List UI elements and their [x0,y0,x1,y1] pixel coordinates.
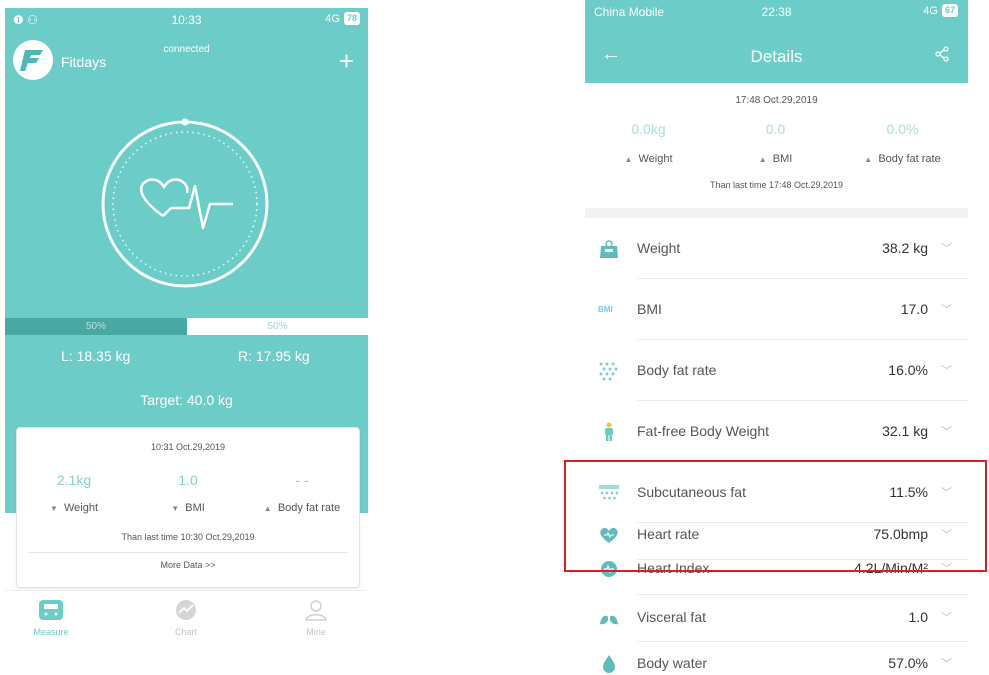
water-drop-icon [598,654,620,674]
signal-icon: 4G [325,12,340,25]
chevron-down-icon: ﹀ [941,658,952,670]
than-last-time: Than last time 17:48 Oct.29,2019 [709,180,844,190]
lungs-icon [598,608,620,628]
arrow-up-icon: ▲ [263,504,272,513]
bmi-change-value: 1.0 [178,472,198,488]
chevron-down-icon: ﹀ [941,612,952,624]
metric-row-bmi[interactable]: BMI BMI 17.0 ﹀ [585,279,968,340]
bmi-label: BMI [185,502,205,514]
chevron-down-icon: ﹀ [941,243,952,255]
chevron-down-icon: ﹀ [941,426,952,438]
metric-label: BMI [637,301,662,317]
metric-value: 16.0% [888,362,928,378]
metric-label: Body fat rate [637,362,717,378]
arrow-up-icon: ▲ [864,155,873,164]
details-screen: China Mobile 22:38 4G 67 ← Details 17:48… [585,0,968,675]
left-weight: L: 18.35 kg [61,348,131,364]
status-bar: China Mobile 22:38 4G 67 [585,0,968,22]
measurement-timestamp: 10:31 Oct.29,2019 [150,442,226,452]
weight-label: Weight [638,153,673,165]
metric-row-visceral-fat[interactable]: Visceral fat 1.0 ﹀ [585,595,968,642]
metric-value: 57.0% [888,655,928,671]
person-icon [303,599,329,621]
measure-screen: ❶ ⚇ 10:33 4G 78 Fitdays connected + 50% … [5,8,368,653]
arrow-down-icon: ▼ [171,504,180,513]
signal-icon: 4G [923,4,938,17]
body-fat-change-value: - - [295,472,309,488]
right-weight: R: 17.95 kg [238,348,310,364]
left-balance-bar: 50% [5,318,187,335]
target-weight: Target: 40.0 kg [140,392,233,408]
status-bar: ❶ ⚇ 10:33 4G 78 [5,8,368,32]
arrow-down-icon: ▼ [49,504,58,513]
bmi-icon: BMI [598,305,613,314]
connection-status: connected [163,44,210,55]
weight-change-value: 2.1kg [56,472,92,488]
scale-icon [598,239,620,259]
metric-label: Fat-free Body Weight [637,423,770,439]
weight-label: Weight [64,502,99,514]
page-title: Details [750,47,803,66]
arrow-up-icon: ▲ [624,155,633,164]
metric-value: 17.0 [900,301,928,317]
section-divider [585,208,968,218]
share-icon[interactable] [934,46,950,62]
tab-label: Mine [306,627,326,637]
body-fat-icon [598,361,620,381]
metric-row-body-fat[interactable]: Body fat rate 16.0% ﹀ [585,340,968,401]
metric-value: 38.2 kg [882,240,928,256]
metric-value: 1.0 [908,609,928,625]
more-data-link[interactable]: More Data >> [17,560,359,570]
heart-ring-icon [97,116,273,292]
body-fat-label: Body fat rate [277,502,341,514]
scale-icon [38,599,64,621]
metric-label: Weight [637,240,681,256]
metric-row-weight[interactable]: Weight 38.2 kg ﹀ [585,218,968,279]
tab-label: Measure [33,627,69,637]
app-name: Fitdays [61,54,107,70]
highlight-box [564,460,987,572]
chevron-down-icon: ﹀ [941,304,952,316]
bmi-change-value: 0.0 [765,121,786,137]
metric-row-body-water[interactable]: Body water 57.0% ﹀ [585,642,968,675]
status-time: 22:38 [761,5,792,19]
weight-change-value: 0.0kg [631,121,666,137]
chevron-down-icon: ﹀ [941,365,952,377]
metric-row-fat-free-weight[interactable]: Fat-free Body Weight 32.1 kg ﹀ [585,401,968,462]
measurement-card: 10:31 Oct.29,2019 2.1kg 1.0 - - ▼ Weight… [16,427,360,588]
arrow-up-icon: ▲ [758,155,767,164]
tab-label: Chart [174,627,197,637]
chart-icon [173,599,199,621]
metric-label: Visceral fat [637,609,706,625]
person-icon [598,422,620,442]
plus-icon[interactable]: + [339,48,354,74]
battery-icon: 67 [941,4,958,17]
metric-label: Body water [637,655,708,671]
measurement-timestamp: 17:48 Oct.29,2019 [735,95,818,106]
divider [29,552,347,553]
battery-icon: 78 [343,12,360,25]
tab-chart[interactable]: Chart [151,599,221,637]
bottom-tab-bar: Measure Chart Mine [5,590,368,653]
metric-value: 32.1 kg [882,423,928,439]
bmi-label: BMI [772,153,793,165]
right-balance-bar: 50% [187,318,368,335]
than-last-time: Than last time 10:30 Oct.29,2019 [121,532,255,542]
status-time: 10:33 [171,13,202,27]
body-fat-label: Body fat rate [878,153,941,165]
body-fat-change-value: 0.0% [886,121,919,137]
tab-measure[interactable]: Measure [16,599,86,637]
tab-mine[interactable]: Mine [281,599,351,637]
